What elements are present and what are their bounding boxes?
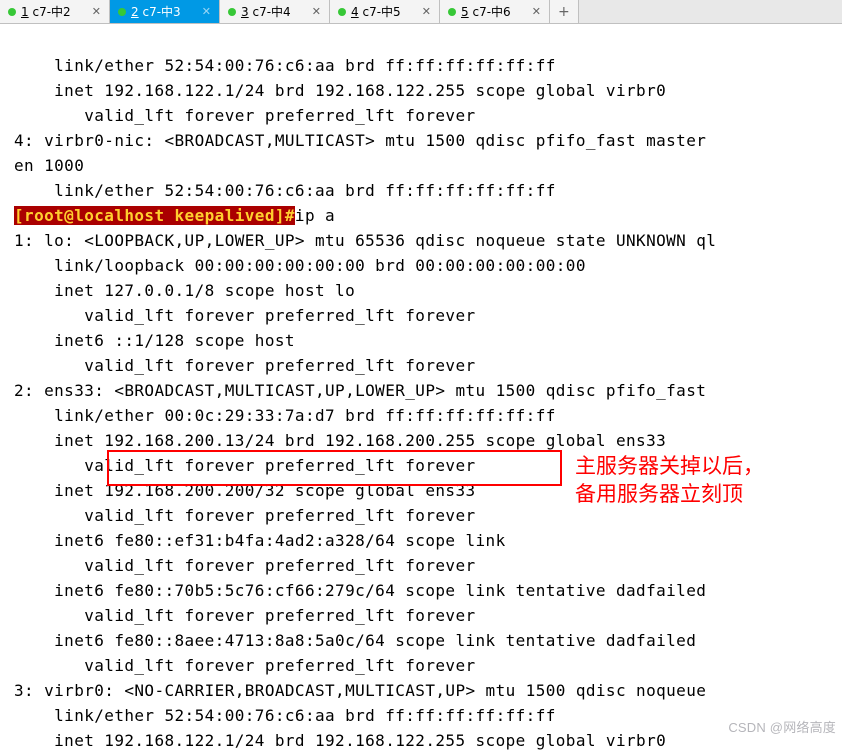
term-line: link/ether 52:54:00:76:c6:aa brd ff:ff:f…	[14, 181, 556, 200]
shell-command: ip a	[295, 206, 335, 225]
tab-label: c7-中6	[472, 5, 510, 19]
watermark: CSDN @网络高度	[728, 717, 836, 736]
term-line: 1: lo: <LOOPBACK,UP,LOWER_UP> mtu 65536 …	[14, 231, 716, 250]
tab-c7-3[interactable]: 2 c7-中3 ✕	[110, 0, 220, 23]
term-line: link/ether 52:54:00:76:c6:aa brd ff:ff:f…	[14, 706, 556, 725]
term-line: link/ether 00:0c:29:33:7a:d7 brd ff:ff:f…	[14, 406, 556, 425]
plus-icon: +	[558, 4, 570, 20]
tab-number: 5	[461, 5, 469, 19]
term-line: inet 192.168.200.200/32 scope global ens…	[14, 481, 476, 500]
term-line: valid_lft forever preferred_lft forever	[14, 306, 476, 325]
close-icon[interactable]: ✕	[92, 5, 101, 18]
term-line: en 1000	[14, 156, 84, 175]
close-icon[interactable]: ✕	[312, 5, 321, 18]
term-line: valid_lft forever preferred_lft forever	[14, 356, 476, 375]
tab-label: c7-中2	[32, 5, 70, 19]
term-line: valid_lft forever preferred_lft forever	[14, 456, 476, 475]
status-dot-icon	[118, 8, 126, 16]
close-icon[interactable]: ✕	[422, 5, 431, 18]
tab-label: c7-中4	[252, 5, 290, 19]
status-dot-icon	[448, 8, 456, 16]
term-line: inet6 ::1/128 scope host	[14, 331, 295, 350]
term-line: inet 192.168.122.1/24 brd 192.168.122.25…	[14, 731, 666, 750]
tab-c7-5[interactable]: 4 c7-中5 ✕	[330, 0, 440, 23]
add-tab-button[interactable]: +	[550, 0, 579, 23]
term-line: valid_lft forever preferred_lft forever	[14, 106, 476, 125]
term-line: 3: virbr0: <NO-CARRIER,BROADCAST,MULTICA…	[14, 681, 716, 700]
tab-bar: 1 c7-中2 ✕ 2 c7-中3 ✕ 3 c7-中4 ✕ 4 c7-中5 ✕ …	[0, 0, 842, 24]
tab-c7-2[interactable]: 1 c7-中2 ✕	[0, 0, 110, 23]
term-line: valid_lft forever preferred_lft forever	[14, 556, 476, 575]
term-line: inet6 fe80::8aee:4713:8a8:5a0c/64 scope …	[14, 631, 696, 650]
tab-c7-4[interactable]: 3 c7-中4 ✕	[220, 0, 330, 23]
status-dot-icon	[8, 8, 16, 16]
tab-number: 2	[131, 5, 139, 19]
shell-prompt: [root@localhost keepalived]#	[14, 206, 295, 225]
status-dot-icon	[228, 8, 236, 16]
term-line: inet 192.168.200.13/24 brd 192.168.200.2…	[14, 431, 666, 450]
term-line: inet6 fe80::ef31:b4fa:4ad2:a328/64 scope…	[14, 531, 506, 550]
tab-number: 1	[21, 5, 29, 19]
term-line: valid_lft forever preferred_lft forever	[14, 656, 476, 675]
tab-label: c7-中3	[142, 5, 180, 19]
term-line: link/loopback 00:00:00:00:00:00 brd 00:0…	[14, 256, 586, 275]
term-line: inet 192.168.122.1/24 brd 192.168.122.25…	[14, 81, 666, 100]
tab-number: 3	[241, 5, 249, 19]
tab-label: c7-中5	[362, 5, 400, 19]
term-line: link/ether 52:54:00:76:c6:aa brd ff:ff:f…	[14, 56, 556, 75]
term-line: 4: virbr0-nic: <BROADCAST,MULTICAST> mtu…	[14, 131, 706, 150]
close-icon[interactable]: ✕	[202, 5, 211, 18]
close-icon[interactable]: ✕	[532, 5, 541, 18]
terminal-output[interactable]: link/ether 52:54:00:76:c6:aa brd ff:ff:f…	[0, 24, 842, 755]
term-line: inet 127.0.0.1/8 scope host lo	[14, 281, 355, 300]
tab-c7-6[interactable]: 5 c7-中6 ✕	[440, 0, 550, 23]
term-line: 2: ens33: <BROADCAST,MULTICAST,UP,LOWER_…	[14, 381, 716, 400]
status-dot-icon	[338, 8, 346, 16]
term-line: inet6 fe80::70b5:5c76:cf66:279c/64 scope…	[14, 581, 706, 600]
term-line: valid_lft forever preferred_lft forever	[14, 506, 476, 525]
tab-number: 4	[351, 5, 359, 19]
term-line: valid_lft forever preferred_lft forever	[14, 606, 476, 625]
